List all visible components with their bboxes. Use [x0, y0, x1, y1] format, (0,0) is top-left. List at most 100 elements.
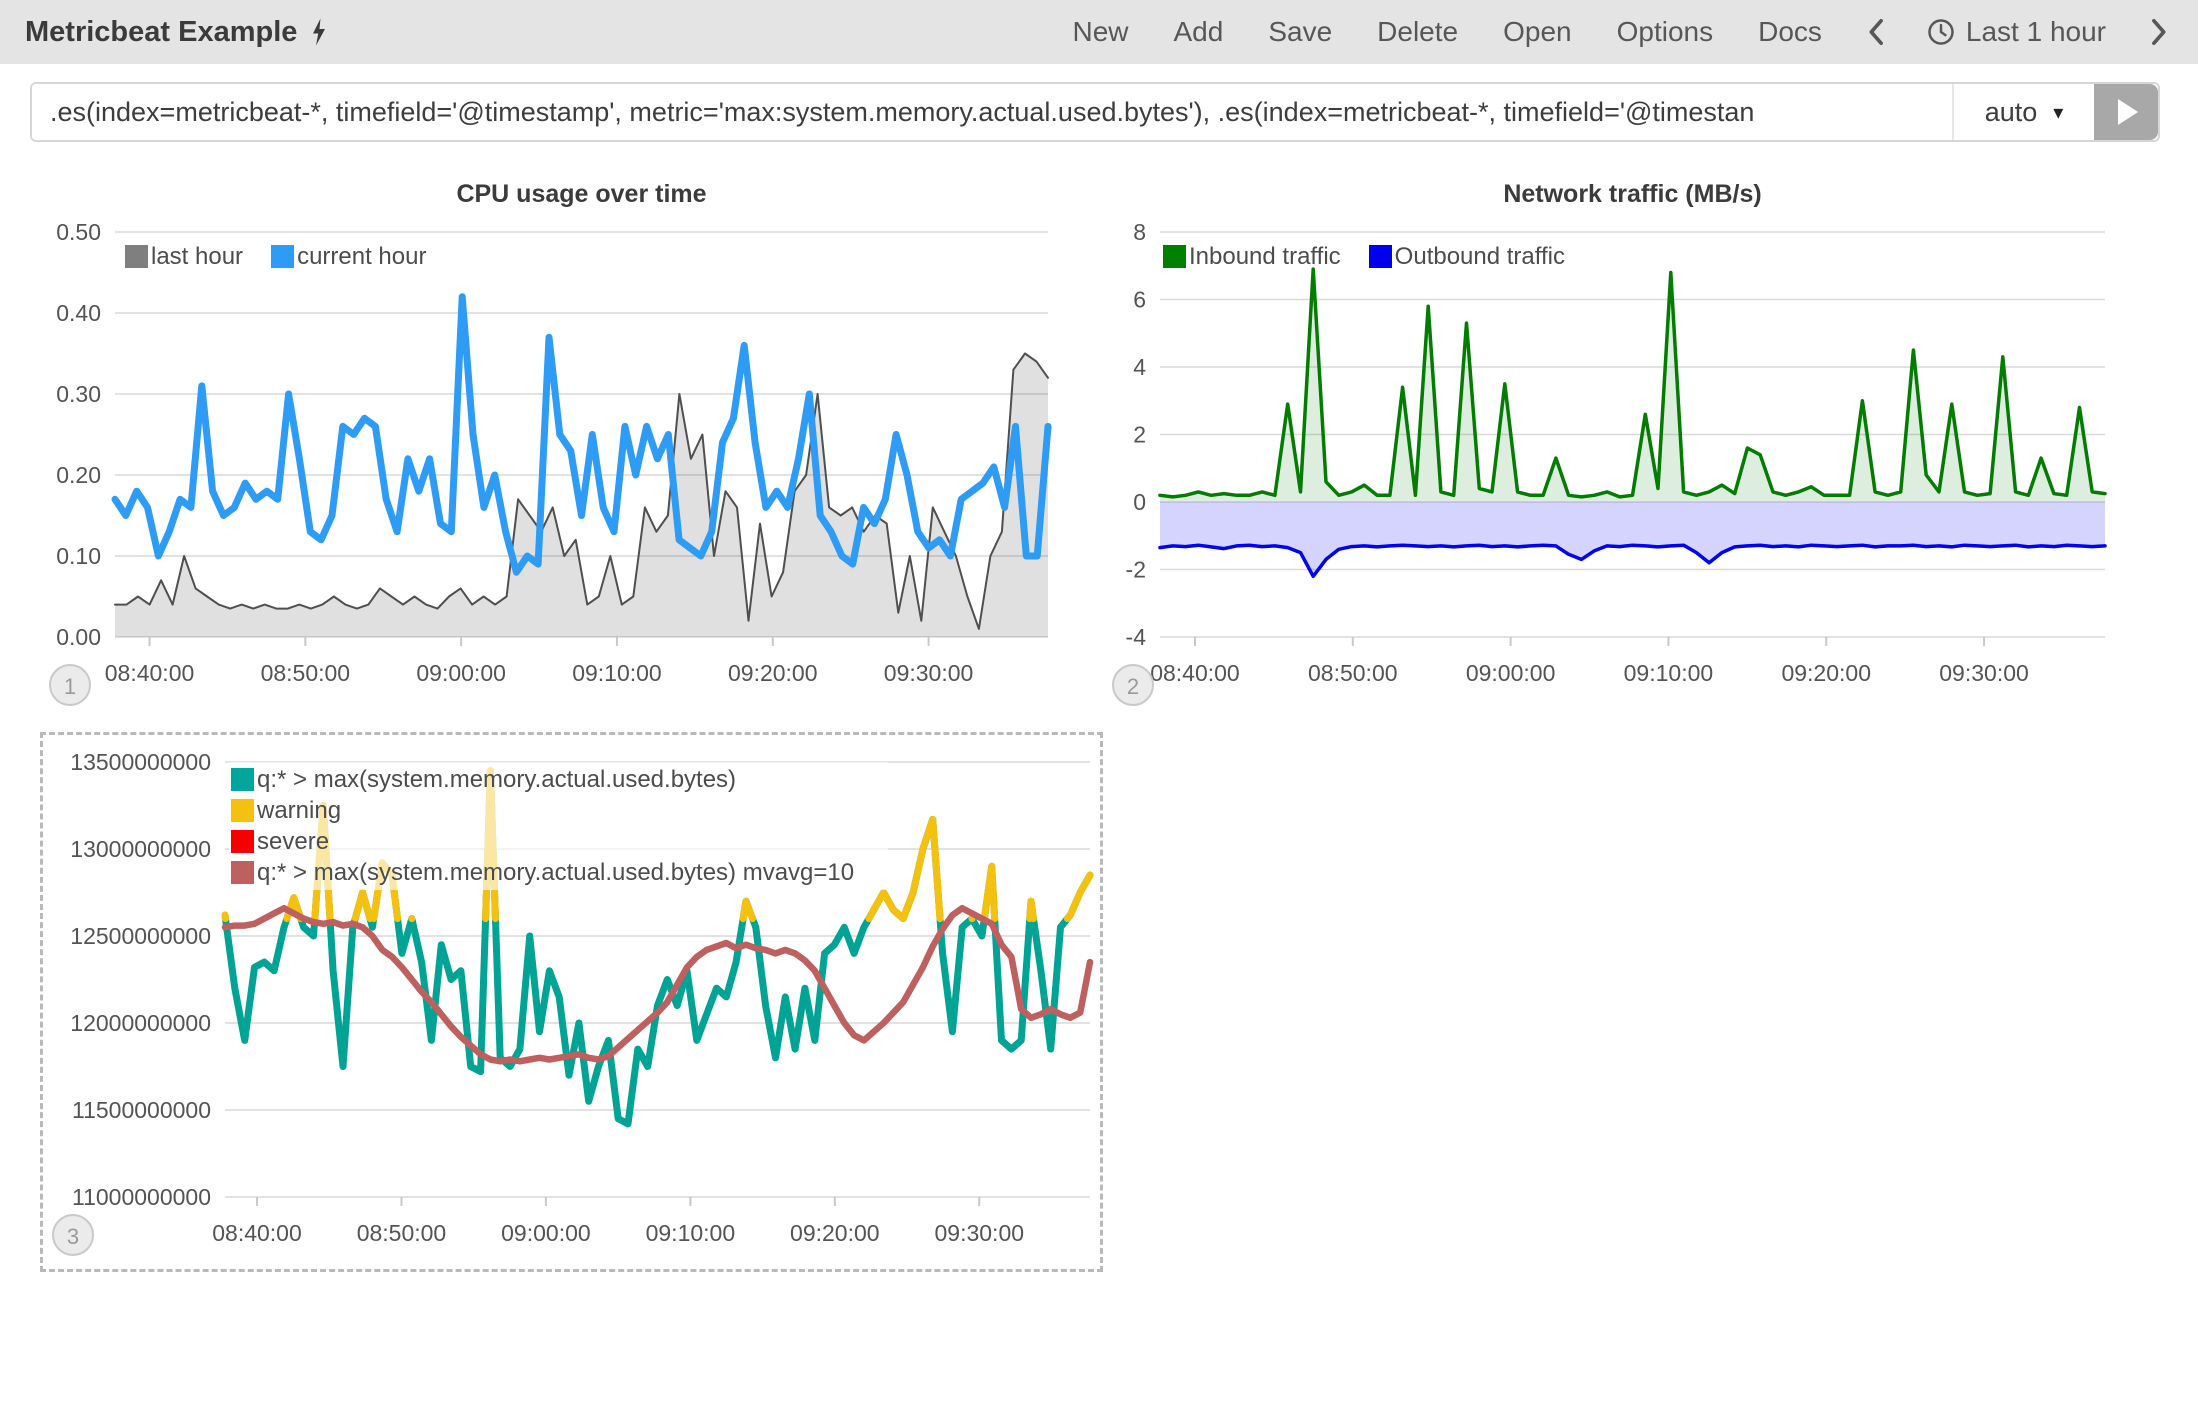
nav-save[interactable]: Save: [1268, 16, 1332, 48]
time-picker-label: Last 1 hour: [1966, 16, 2106, 48]
legend-swatch: [231, 799, 254, 822]
svg-text:12500000000: 12500000000: [70, 923, 211, 949]
svg-text:12000000000: 12000000000: [70, 1010, 211, 1036]
svg-text:0.30: 0.30: [56, 381, 101, 407]
svg-text:09:00:00: 09:00:00: [416, 660, 506, 686]
play-icon: [2118, 99, 2138, 125]
lightning-bolt-icon: [309, 17, 329, 47]
legend-swatch: [1369, 245, 1392, 268]
chevron-right-icon[interactable]: [2151, 18, 2168, 46]
clock-icon: [1926, 17, 1956, 47]
page-title: Metricbeat Example: [25, 16, 297, 49]
sheet-title-group: Metricbeat Example: [25, 16, 329, 49]
svg-text:09:30:00: 09:30:00: [1939, 660, 2029, 686]
svg-text:08:40:00: 08:40:00: [105, 660, 195, 686]
svg-text:09:10:00: 09:10:00: [572, 660, 662, 686]
time-picker[interactable]: Last 1 hour: [1926, 16, 2106, 48]
legend-swatch: [1163, 245, 1186, 268]
legend-swatch: [125, 245, 148, 268]
svg-text:09:10:00: 09:10:00: [646, 1220, 736, 1246]
svg-text:08:40:00: 08:40:00: [212, 1220, 302, 1246]
svg-text:-2: -2: [1126, 557, 1146, 583]
chevron-left-icon[interactable]: [1867, 18, 1884, 46]
legend-label: Outbound traffic: [1395, 241, 1565, 272]
chart-legend: q:* > max(system.memory.actual.used.byte…: [229, 762, 888, 890]
play-button[interactable]: [2094, 84, 2158, 140]
legend-item: Inbound traffic: [1163, 241, 1341, 272]
legend-item: q:* > max(system.memory.actual.used.byte…: [231, 764, 854, 795]
svg-text:11500000000: 11500000000: [72, 1097, 211, 1123]
svg-text:09:30:00: 09:30:00: [935, 1220, 1025, 1246]
interval-select[interactable]: auto ▾: [1952, 84, 2094, 140]
legend-swatch: [271, 245, 294, 268]
nav-new[interactable]: New: [1072, 16, 1128, 48]
svg-text:09:10:00: 09:10:00: [1624, 660, 1714, 686]
svg-text:08:50:00: 08:50:00: [261, 660, 351, 686]
svg-text:11000000000: 11000000000: [72, 1184, 211, 1210]
chevron-down-icon: ▾: [2053, 100, 2063, 125]
panel-badge: 2: [1112, 664, 1154, 706]
chart-title: CPU usage over time: [115, 180, 1048, 209]
legend-swatch: [231, 861, 254, 884]
svg-text:0.00: 0.00: [56, 624, 101, 650]
query-bar: auto ▾: [30, 82, 2160, 142]
legend-item: current hour: [271, 241, 426, 272]
svg-text:13000000000: 13000000000: [70, 836, 211, 862]
legend-swatch: [231, 830, 254, 853]
svg-text:-4: -4: [1126, 624, 1147, 650]
svg-text:08:50:00: 08:50:00: [1308, 660, 1398, 686]
legend-item: Outbound traffic: [1369, 241, 1565, 272]
legend-label: Inbound traffic: [1189, 241, 1341, 272]
svg-text:09:20:00: 09:20:00: [790, 1220, 880, 1246]
legend-item: last hour: [125, 241, 243, 272]
svg-text:6: 6: [1133, 287, 1146, 313]
legend-label: severe: [257, 826, 329, 857]
chart-canvas-network[interactable]: 8 6 4 2 0 -2 -408:40:00 08:50:00 09:00:00 09:10:0…: [1105, 215, 2198, 720]
svg-text:4: 4: [1133, 354, 1146, 380]
interval-value: auto: [1985, 97, 2038, 128]
legend-item: warning: [231, 795, 854, 826]
svg-text:0.20: 0.20: [56, 462, 101, 488]
nav-docs[interactable]: Docs: [1758, 16, 1822, 48]
nav-delete[interactable]: Delete: [1377, 16, 1458, 48]
svg-text:08:50:00: 08:50:00: [357, 1220, 447, 1246]
panel-badge: 1: [49, 664, 91, 706]
query-combo: auto ▾: [30, 82, 2160, 142]
svg-text:09:00:00: 09:00:00: [501, 1220, 591, 1246]
chart-panel-memory-selected[interactable]: 13500000000 13000000000 12500000000 1200000…: [40, 732, 1103, 1272]
nav-open[interactable]: Open: [1503, 16, 1572, 48]
timelion-app: Metricbeat Example New Add Save Delete O…: [0, 0, 2198, 1406]
legend-swatch: [231, 768, 254, 791]
svg-text:0.50: 0.50: [56, 219, 101, 245]
legend-label: q:* > max(system.memory.actual.used.byte…: [257, 764, 736, 795]
svg-text:09:30:00: 09:30:00: [884, 660, 974, 686]
svg-text:0.40: 0.40: [56, 300, 101, 326]
svg-text:8: 8: [1133, 219, 1146, 245]
legend-item: severe: [231, 826, 854, 857]
chart-canvas-cpu[interactable]: 0.50 0.40 0.30 0.20 0.10 0.0008:40:00 08:50:00…: [30, 215, 1060, 720]
top-nav-menu: New Add Save Delete Open Options Docs La…: [1027, 16, 2168, 48]
legend-label: q:* > max(system.memory.actual.used.byte…: [257, 857, 854, 888]
svg-text:2: 2: [1133, 422, 1146, 448]
legend-item: q:* > max(system.memory.actual.used.byte…: [231, 857, 854, 888]
legend-label: current hour: [297, 241, 426, 272]
svg-text:08:40:00: 08:40:00: [1150, 660, 1240, 686]
svg-text:09:00:00: 09:00:00: [1466, 660, 1556, 686]
legend-label: last hour: [151, 241, 243, 272]
legend-label: warning: [257, 795, 341, 826]
svg-text:0.10: 0.10: [56, 543, 101, 569]
svg-text:09:20:00: 09:20:00: [1781, 660, 1871, 686]
nav-add[interactable]: Add: [1174, 16, 1224, 48]
chart-legend: Inbound traffic Outbound traffic: [1163, 241, 1593, 272]
timelion-query-input[interactable]: [32, 84, 1952, 140]
chart-legend: last hour current hour: [125, 241, 454, 272]
svg-text:0: 0: [1133, 489, 1146, 515]
svg-text:13500000000: 13500000000: [70, 749, 211, 775]
chart-panel-cpu-usage[interactable]: CPU usage over time 0.50 0.40 0.30 0.20 0.10…: [30, 178, 1060, 723]
chart-panel-network-traffic[interactable]: Network traffic (MB/s) 8 6 4 2 0 -2 -408:40:00…: [1105, 178, 2198, 723]
chart-title: Network traffic (MB/s): [1160, 180, 2105, 209]
top-nav-bar: Metricbeat Example New Add Save Delete O…: [0, 0, 2198, 64]
nav-options[interactable]: Options: [1617, 16, 1714, 48]
panel-badge: 3: [52, 1214, 94, 1256]
svg-text:09:20:00: 09:20:00: [728, 660, 818, 686]
